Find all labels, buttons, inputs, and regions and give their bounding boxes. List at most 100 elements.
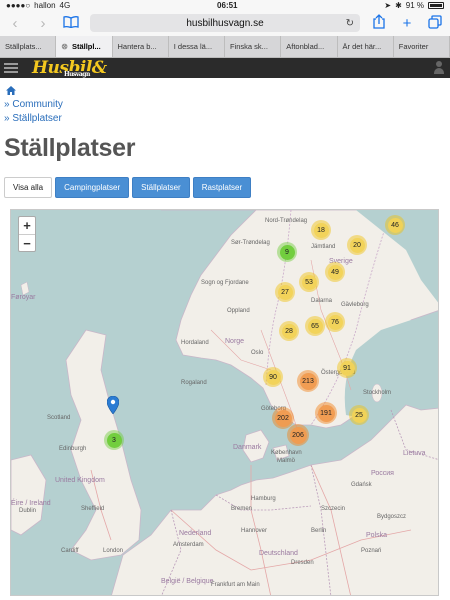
status-time: 06:51 — [217, 0, 238, 10]
user-icon[interactable] — [434, 61, 444, 75]
map-cluster[interactable]: 27 — [275, 282, 295, 302]
address-text: husbilhusvagn.se — [186, 17, 264, 29]
menu-icon[interactable] — [4, 61, 18, 75]
share-button[interactable] — [370, 14, 388, 32]
cluster-count: 191 — [317, 404, 335, 422]
map-label-country: Føroyar — [11, 294, 36, 301]
tab-3[interactable]: I dessa lä... — [169, 36, 225, 57]
new-tab-button[interactable]: + — [398, 16, 416, 31]
tab-label: Finska sk... — [230, 42, 268, 51]
map-label-region: Sør-Trøndelag — [231, 240, 270, 246]
map-label-region: Hordaland — [181, 340, 209, 346]
map-label-city: London — [103, 548, 124, 554]
back-button[interactable]: ‹ — [6, 16, 24, 31]
map-cluster[interactable]: 3 — [104, 430, 124, 450]
map-label-city: Oslo — [251, 350, 264, 356]
map-cluster[interactable]: 25 — [349, 405, 369, 425]
map-label-city: Frankfurt am Main — [211, 582, 260, 588]
breadcrumb-item-stallplatser[interactable]: » Ställplatser — [4, 112, 446, 126]
map-cluster[interactable]: 20 — [347, 235, 367, 255]
cluster-count: 18 — [313, 222, 329, 238]
signal-icon: ●●●●○ — [6, 0, 31, 10]
zoom-in-button[interactable]: + — [19, 217, 35, 234]
zoom-out-button[interactable]: − — [19, 234, 35, 251]
tab-0[interactable]: Ställplats... — [0, 36, 57, 57]
map-label-city: København — [271, 450, 302, 456]
map-label-country: Danmark — [233, 444, 262, 451]
status-left: ●●●●○ hallon 4G — [6, 1, 70, 10]
map-cluster[interactable]: 91 — [337, 358, 357, 378]
map-label-city: Dresden — [291, 560, 314, 566]
map-pin-icon[interactable] — [107, 396, 119, 414]
network-label: 4G — [59, 0, 71, 10]
address-bar[interactable]: husbilhusvagn.se ↻ — [90, 14, 360, 32]
status-right: ➤ ✱ 91 % — [384, 1, 444, 10]
map-cluster[interactable]: 53 — [299, 272, 319, 292]
zoom-control: + − — [18, 216, 36, 252]
cluster-count: 46 — [387, 217, 403, 233]
tab-5[interactable]: Aftonblad... — [281, 36, 338, 57]
map-cluster[interactable]: 46 — [385, 215, 405, 235]
tabs-button[interactable] — [426, 14, 444, 32]
cluster-count: 91 — [339, 360, 355, 376]
breadcrumb-label: Ställplatser — [12, 113, 62, 124]
filter-show-all-button[interactable]: Visa alla — [4, 177, 53, 198]
cluster-count: 9 — [279, 244, 295, 260]
map-cluster[interactable]: 191 — [315, 402, 337, 424]
book-icon — [63, 15, 79, 28]
bluetooth-icon: ✱ — [395, 0, 402, 10]
forward-button[interactable]: › — [34, 16, 52, 31]
tab-4[interactable]: Finska sk... — [225, 36, 282, 57]
cluster-count: 3 — [106, 432, 122, 448]
map-label-region: Dalarna — [311, 298, 333, 304]
map-cluster[interactable]: 49 — [325, 262, 345, 282]
map-label-city: Berlin — [311, 528, 327, 534]
home-icon[interactable] — [6, 86, 16, 95]
map-cluster[interactable]: 90 — [263, 367, 283, 387]
map-label-city: Cardiff — [61, 548, 79, 554]
filter-stallplatser-button[interactable]: Ställplatser — [132, 177, 190, 198]
cluster-count: 65 — [307, 318, 323, 334]
breadcrumb-label: Community — [12, 99, 63, 110]
map-label-country: Nederland — [179, 530, 212, 537]
map-label-city: Poznań — [361, 548, 382, 554]
share-icon — [373, 14, 385, 29]
breadcrumb-item-community[interactable]: » Community — [4, 98, 446, 112]
map[interactable]: Sverige Norge Danmark United Kingdom Ned… — [10, 209, 439, 596]
tab-label: Favoriter — [398, 42, 429, 51]
site-logo[interactable]: Husbil& Husvagn — [32, 58, 107, 78]
reload-icon[interactable]: ↻ — [346, 18, 354, 29]
map-cluster[interactable]: 213 — [297, 370, 319, 392]
map-cluster[interactable]: 18 — [311, 220, 331, 240]
close-tab-icon[interactable]: ⊗ — [61, 42, 68, 51]
carrier-label: hallon — [34, 0, 56, 10]
map-cluster[interactable]: 76 — [325, 312, 345, 332]
tab-1[interactable]: ⊗ Ställpl... — [56, 36, 113, 57]
logo-subtext: Husvagn — [62, 71, 92, 78]
battery-label: 91 % — [405, 0, 424, 10]
bookmarks-button[interactable] — [62, 15, 80, 31]
map-label-region: Jämtland — [311, 244, 336, 250]
cluster-count: 76 — [327, 314, 343, 330]
cluster-count: 25 — [351, 407, 367, 423]
map-label-region: Nord-Trøndelag — [265, 218, 308, 224]
cluster-count: 49 — [327, 264, 343, 280]
cluster-count: 20 — [349, 237, 365, 253]
map-label-country: Россия — [371, 470, 394, 477]
map-cluster[interactable]: 65 — [305, 316, 325, 336]
tabs-icon — [428, 14, 442, 29]
filter-rastplatser-button[interactable]: Rastplatser — [192, 177, 252, 198]
map-label-city: Hannover — [241, 528, 268, 534]
map-label-country: België / Belgique — [161, 578, 214, 585]
tab-6[interactable]: Är det här... — [338, 36, 394, 57]
map-cluster[interactable]: 9 — [277, 242, 297, 262]
tab-2[interactable]: Hantera b... — [113, 36, 169, 57]
map-cluster[interactable]: 206 — [287, 424, 309, 446]
filter-campingplatser-button[interactable]: Campingplatser — [55, 177, 130, 198]
map-label-country: Lietuva — [403, 450, 426, 457]
map-cluster[interactable]: 28 — [279, 321, 299, 341]
map-label-region: Oppland — [227, 308, 250, 314]
map-label-city: Stockholm — [363, 390, 392, 396]
tab-7[interactable]: Favoriter — [394, 36, 450, 57]
map-label-region: Scotland — [47, 415, 71, 421]
